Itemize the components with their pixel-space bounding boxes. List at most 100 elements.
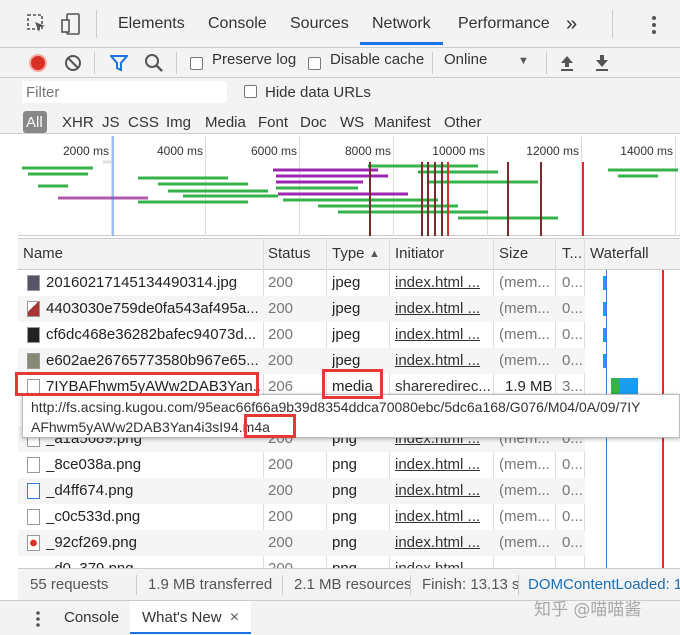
table-row[interactable]: cf6dc468e36282bafec94073d... 200 jpeg in… — [18, 322, 585, 348]
tabbar-divider — [96, 10, 97, 38]
type-filter-css[interactable]: CSS — [128, 114, 159, 131]
row-initiator-link[interactable]: index.html ... — [395, 482, 495, 499]
drawer-tab-whats-new[interactable]: What's New × — [130, 601, 252, 634]
row-type: png — [332, 560, 357, 568]
tab-network[interactable]: Network — [360, 0, 443, 45]
type-filter-manifest[interactable]: Manifest — [374, 114, 431, 131]
waterfall-bar-media — [611, 378, 638, 394]
column-header-time[interactable]: T... — [562, 245, 582, 262]
table-row[interactable]: 20160217145134490314.jpg 200 jpeg index.… — [18, 270, 585, 296]
row-initiator-link[interactable]: index.html ... — [395, 274, 495, 291]
waterfall-bar — [603, 328, 606, 342]
type-filter-other[interactable]: Other — [444, 114, 482, 131]
hide-data-urls-label: Hide data URLs — [265, 84, 371, 101]
row-time: 0... — [562, 456, 583, 473]
image-file-icon — [27, 353, 40, 369]
table-row[interactable]: e602ae26765773580b967e65... 200 jpeg ind… — [18, 348, 585, 374]
toolbar-divider — [94, 52, 95, 74]
drawer-menu-icon[interactable] — [36, 611, 40, 627]
throttling-value: Online — [444, 51, 488, 68]
clear-icon[interactable] — [64, 54, 82, 72]
search-icon[interactable] — [144, 53, 164, 73]
throttling-select[interactable]: Online ▼ — [444, 51, 536, 73]
table-row[interactable]: _8ce038a.png 200 png index.html ... (mem… — [18, 452, 585, 478]
row-status: 200 — [268, 482, 294, 499]
waterfall-bar — [603, 276, 606, 290]
dom-content-loaded: DOMContentLoaded: 1 — [528, 576, 680, 593]
type-filter-all-label: All — [26, 114, 43, 131]
row-type: jpeg — [332, 352, 361, 369]
row-type: png — [332, 508, 358, 525]
drawer-tab-console[interactable]: Console — [64, 609, 119, 626]
table-row-partial[interactable]: _d0_379.png 200 png index.html ... — [18, 556, 585, 568]
column-header-size[interactable]: Size — [499, 245, 528, 262]
row-name: _d0_379.png — [46, 560, 261, 568]
status-divider — [518, 575, 519, 595]
tab-elements[interactable]: Elements — [118, 0, 185, 48]
table-row[interactable]: 4403030e759de0fa543af495a... 200 jpeg in… — [18, 296, 585, 322]
row-status: 200 — [268, 560, 293, 568]
table-row[interactable]: _92cf269.png 200 png index.html ... (mem… — [18, 530, 585, 556]
export-har-icon[interactable] — [593, 54, 611, 72]
type-filter-media[interactable]: Media — [205, 114, 246, 131]
status-divider — [410, 575, 411, 595]
row-size: (mem... — [499, 534, 550, 551]
timeline-bars — [22, 136, 678, 236]
column-header-waterfall[interactable]: Waterfall — [590, 245, 649, 262]
sort-ascending-icon: ▲ — [369, 248, 380, 260]
row-status: 200 — [268, 456, 294, 473]
close-icon[interactable]: × — [230, 609, 239, 626]
record-icon[interactable] — [29, 54, 47, 72]
row-size: (mem... — [499, 274, 550, 291]
status-divider — [136, 575, 137, 595]
type-filter-doc[interactable]: Doc — [300, 114, 327, 131]
status-divider — [282, 575, 283, 595]
highlight-box-extension — [244, 414, 296, 438]
row-name: _c0c533d.png — [46, 508, 141, 525]
row-initiator[interactable]: shareredirec... — [395, 378, 495, 395]
filter-input[interactable] — [22, 81, 227, 103]
import-har-icon[interactable] — [558, 54, 576, 72]
row-initiator-link[interactable]: index.html ... — [395, 560, 495, 568]
request-table-header: Name Status Type ▲ Initiator Size T... W… — [18, 238, 680, 270]
type-filter-img[interactable]: Img — [166, 114, 191, 131]
row-initiator-link[interactable]: index.html ... — [395, 534, 495, 551]
dropdown-arrow-icon: ▼ — [518, 55, 529, 67]
row-initiator-link[interactable]: index.html ... — [395, 300, 495, 317]
column-header-status[interactable]: Status — [268, 245, 311, 262]
row-initiator-link[interactable]: index.html ... — [395, 352, 495, 369]
more-tabs-icon[interactable]: » — [566, 0, 577, 48]
device-toolbar-icon[interactable] — [60, 12, 82, 36]
tab-console[interactable]: Console — [208, 0, 267, 48]
row-time: 0... — [562, 534, 583, 551]
image-file-icon — [27, 483, 40, 499]
column-header-name[interactable]: Name — [23, 245, 63, 262]
row-status: 200 — [268, 274, 294, 291]
type-filter-js[interactable]: JS — [102, 114, 120, 131]
inspect-element-icon[interactable] — [26, 13, 48, 35]
table-row[interactable]: _c0c533d.png 200 png index.html ... (mem… — [18, 504, 585, 530]
row-size: 1.9 MB — [505, 378, 553, 395]
url-tooltip: http://fs.acsing.kugou.com/95eac66f66a9b… — [22, 394, 680, 438]
column-header-initiator[interactable]: Initiator — [395, 245, 444, 262]
tab-sources[interactable]: Sources — [290, 0, 349, 48]
type-filter-ws[interactable]: WS — [340, 114, 364, 131]
row-time: 0... — [562, 352, 583, 369]
row-size: (mem... — [499, 508, 550, 525]
row-initiator-link[interactable]: index.html ... — [395, 456, 495, 473]
filter-funnel-icon[interactable] — [108, 54, 130, 72]
timeline-overview[interactable]: 2000 ms 4000 ms 6000 ms 8000 ms 10000 ms… — [18, 136, 680, 236]
hide-data-urls-checkbox[interactable] — [244, 85, 257, 98]
type-filter-font[interactable]: Font — [258, 114, 288, 131]
column-header-type[interactable]: Type — [332, 245, 365, 262]
kebab-menu-icon[interactable] — [650, 14, 658, 36]
tab-performance[interactable]: Performance — [458, 0, 550, 48]
row-initiator-link[interactable]: index.html ... — [395, 326, 495, 343]
disable-cache-checkbox[interactable] — [308, 57, 321, 70]
type-filter-xhr[interactable]: XHR — [62, 114, 94, 131]
row-initiator-link[interactable]: index.html ... — [395, 508, 495, 525]
preserve-log-checkbox[interactable] — [190, 57, 203, 70]
row-time: 0... — [562, 508, 583, 525]
table-row[interactable]: _d4ff674.png 200 png index.html ... (mem… — [18, 478, 585, 504]
row-status: 200 — [268, 326, 294, 343]
